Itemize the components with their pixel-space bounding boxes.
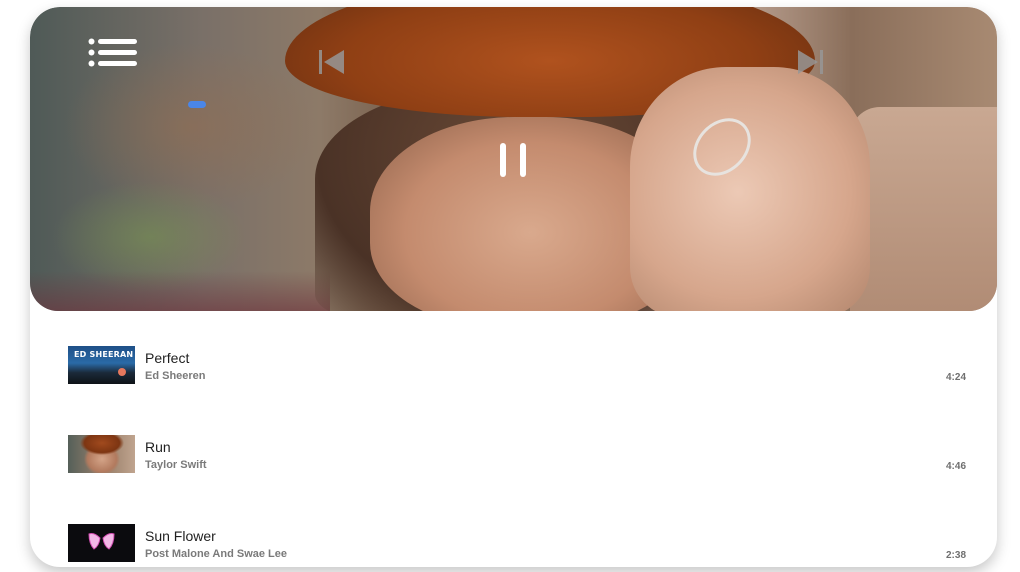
skip-next-icon[interactable] bbox=[796, 49, 824, 75]
playlist: ED SHEERAN Perfect Ed Sheeren 4:24 Run T… bbox=[30, 311, 997, 567]
track-title: Perfect bbox=[145, 350, 190, 366]
spider-mask-icon bbox=[88, 533, 115, 550]
album-cover-taylor-swift bbox=[68, 435, 135, 473]
track-duration: 2:38 bbox=[945, 550, 966, 561]
track-duration: 4:24 bbox=[945, 372, 966, 383]
now-playing-artwork bbox=[30, 7, 997, 311]
track-artist: Taylor Swift bbox=[145, 459, 207, 471]
track-row[interactable]: Run Taylor Swift 4:46 bbox=[30, 435, 997, 495]
track-title: Run bbox=[145, 439, 171, 455]
pause-icon[interactable] bbox=[498, 142, 530, 178]
skip-previous-icon[interactable] bbox=[318, 49, 346, 75]
track-artist: Post Malone And Swae Lee bbox=[145, 548, 288, 560]
album-cover-post-malone bbox=[68, 524, 135, 562]
track-duration: 4:46 bbox=[945, 461, 966, 472]
playback-progress-indicator[interactable] bbox=[188, 101, 206, 108]
music-player-card: ED SHEERAN Perfect Ed Sheeren 4:24 Run T… bbox=[30, 7, 997, 567]
track-title: Sun Flower bbox=[145, 528, 216, 544]
track-artist: Ed Sheeren bbox=[145, 370, 206, 382]
album-cover-ed-sheeran: ED SHEERAN bbox=[68, 346, 135, 384]
track-row[interactable]: Sun Flower Post Malone And Swae Lee 2:38 bbox=[30, 524, 997, 567]
album-cover-text: ED SHEERAN bbox=[74, 350, 134, 359]
track-row[interactable]: ED SHEERAN Perfect Ed Sheeren 4:24 bbox=[30, 346, 997, 406]
list-menu-icon[interactable] bbox=[88, 38, 138, 68]
